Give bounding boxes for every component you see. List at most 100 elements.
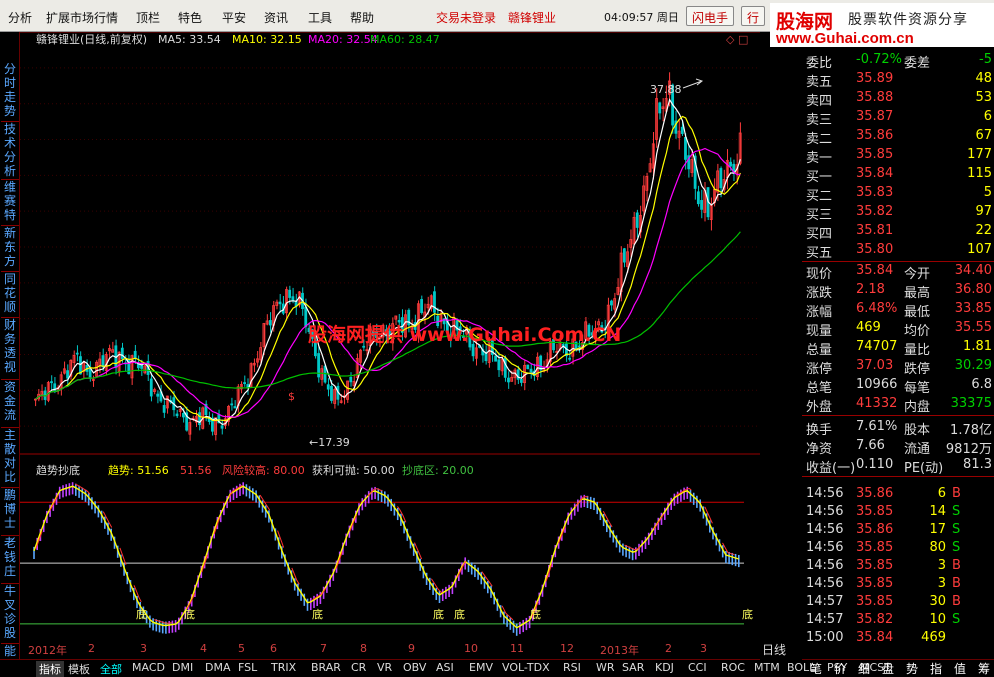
indicator-tab-wr[interactable]: WR — [596, 661, 615, 674]
candle-body — [288, 289, 292, 298]
menu-top-bar[interactable]: 顶栏 — [136, 9, 160, 26]
indicator-tab-cci[interactable]: CCI — [688, 661, 707, 674]
candle-body — [397, 320, 401, 323]
indicator-tab-指标[interactable]: 指标 — [36, 661, 64, 677]
quote-row: 买四 35.81 22 — [802, 223, 994, 242]
quote-value: 35.84 — [856, 166, 894, 181]
bottom-marker: 底 — [530, 607, 541, 621]
flash-trade-button[interactable]: 闪电手 — [686, 6, 735, 26]
indicator-tab-全部[interactable]: 全部 — [100, 661, 122, 677]
indicator-tab-sar[interactable]: SAR — [622, 661, 644, 674]
tick-row: 14:56 35.85 14 S — [802, 504, 994, 522]
date-label: 10 — [464, 642, 478, 655]
candle-body — [182, 412, 185, 418]
quote-tab[interactable]: 筹 — [978, 660, 990, 677]
quote-divider — [802, 415, 994, 416]
candle-body — [433, 291, 436, 313]
menu-news[interactable]: 资讯 — [264, 9, 288, 26]
sidebar-tab-main-retail[interactable]: 主散对比 — [1, 428, 19, 488]
quote-tab[interactable]: 笔 — [810, 660, 822, 677]
candle-body — [50, 381, 53, 384]
menu-analysis[interactable]: 分析 — [8, 9, 32, 26]
quote-tab[interactable]: 值 — [954, 660, 966, 677]
indicator-tab-bar: 指标 模板 全部 MACD DMI DMA FSL TRIX BRAR CR VR OBV ASI EMV… — [0, 659, 891, 677]
quote-row: 总量 74707 量比 1.81 — [802, 339, 994, 358]
quote-tab[interactable]: 盘 — [882, 660, 894, 677]
sidebar-tab-pengboshi[interactable]: 鹏博士 — [1, 488, 19, 536]
quote-tab[interactable]: 势 — [906, 660, 918, 677]
trade-login-status[interactable]: 交易未登录 — [436, 9, 496, 26]
date-label: 5 — [238, 642, 245, 655]
sidebar-tab-timeshare[interactable]: 分时走势 — [1, 62, 19, 122]
indicator-tab-mtm[interactable]: MTM — [754, 661, 780, 674]
quote-value-2: 34.40 — [954, 263, 992, 278]
sidebar-tab-weisaite[interactable]: 维赛特 — [1, 180, 19, 226]
indicator-tab-macd[interactable]: MACD — [132, 661, 165, 674]
indicator-tab-vol-tdx[interactable]: VOL-TDX — [502, 661, 550, 674]
sidebar-tab-xindongfang[interactable]: 新东方 — [1, 226, 19, 272]
indicator-tab-cr[interactable]: CR — [351, 661, 366, 674]
menu-extended-market[interactable]: 扩展市场行情 — [46, 9, 118, 26]
kline-chart[interactable]: 赣锋锂业(日线,前复权) MA5: 33.54 MA10: 32.15 MA20… — [20, 32, 760, 644]
sidebar-tab-laoqianzhuang[interactable]: 老钱庄 — [1, 536, 19, 584]
quote-tab[interactable]: 指 — [930, 660, 942, 677]
bottom-zone-label: 抄底区: 20.00 — [402, 463, 474, 477]
indicator-tab-asi[interactable]: ASI — [436, 661, 454, 674]
candle-body — [696, 191, 700, 205]
quote-row: 涨幅 6.48% 最低 33.85 — [802, 301, 994, 320]
indicator-tab-roc[interactable]: ROC — [721, 661, 745, 674]
quote-value: 35.85 — [856, 147, 894, 162]
row-button[interactable]: 行 — [741, 6, 766, 26]
sidebar-tab-finance[interactable]: 财务透视 — [1, 318, 19, 380]
risk-label: 风险较高: 80.00 — [222, 463, 305, 477]
period-high-label: 37.88 — [650, 83, 682, 96]
quote-value-2: 107 — [967, 242, 992, 257]
menu-features[interactable]: 特色 — [178, 9, 202, 26]
quote-value-2: 6.8 — [971, 377, 992, 392]
candle-body — [220, 425, 224, 429]
indicator-tab-vr[interactable]: VR — [377, 661, 392, 674]
candle-body — [149, 378, 153, 397]
quote-value-2: 22 — [975, 223, 992, 238]
sidebar-tab-tonghuashun[interactable]: 同花顺 — [1, 272, 19, 318]
indicator-tab-emv[interactable]: EMV — [469, 661, 493, 674]
quote-tab[interactable]: 价 — [834, 660, 846, 677]
tick-volume: 10 — [929, 612, 946, 627]
tick-time: 14:57 — [806, 612, 844, 627]
indicator-tab-dma[interactable]: DMA — [205, 661, 231, 674]
sidebar-tab-capital-flow[interactable]: 资金流 — [1, 380, 19, 428]
indicator-tab-trix[interactable]: TRIX — [271, 661, 296, 674]
quote-row: 涨停 37.03 跌停 30.29 — [802, 358, 994, 377]
sidebar-tab-more[interactable]: 能 — [1, 644, 19, 660]
quote-row: 收益(一) 0.110 PE(动) 81.3 — [802, 457, 994, 476]
quote-tab[interactable]: 细 — [858, 660, 870, 677]
tick-volume: 3 — [937, 576, 946, 591]
quote-row: 卖三 35.87 6 — [802, 109, 994, 128]
date-label: 3 — [140, 642, 147, 655]
menu-help[interactable]: 帮助 — [350, 9, 374, 26]
indicator-tab-kdj[interactable]: KDJ — [655, 661, 674, 674]
candle-body — [120, 347, 124, 360]
menu-pingan[interactable]: 平安 — [222, 9, 246, 26]
quote-label-2: 最低 — [904, 305, 931, 320]
quote-row: 现量 469 均价 35.55 — [802, 320, 994, 339]
tick-volume: 469 — [921, 630, 946, 645]
chart-close-icon[interactable]: ◇ □ — [726, 33, 748, 46]
indicator-tab-obv[interactable]: OBV — [403, 661, 426, 674]
trend-label: 趋势: 51.56 — [108, 464, 169, 477]
indicator-name[interactable]: 趋势抄底 — [36, 463, 80, 477]
menu-tools[interactable]: 工具 — [308, 9, 332, 26]
tick-price: 35.85 — [856, 558, 894, 573]
sidebar-tab-diagnosis[interactable]: 牛叉诊股 — [1, 584, 19, 644]
tick-price: 35.86 — [856, 486, 894, 501]
sidebar-tab-technical[interactable]: 技术分析 — [1, 122, 19, 180]
quote-row: 卖五 35.89 48 — [802, 71, 994, 90]
indicator-tab-dmi[interactable]: DMI — [172, 661, 193, 674]
indicator-tab-rsi[interactable]: RSI — [563, 661, 581, 674]
tick-direction: B — [952, 576, 961, 591]
indicator-tab-brar[interactable]: BRAR — [311, 661, 341, 674]
date-label: 12 — [560, 642, 574, 655]
indicator-tab-模板[interactable]: 模板 — [68, 661, 90, 677]
indicator-tab-fsl[interactable]: FSL — [238, 661, 257, 674]
period-label[interactable]: 日线 — [762, 641, 786, 658]
